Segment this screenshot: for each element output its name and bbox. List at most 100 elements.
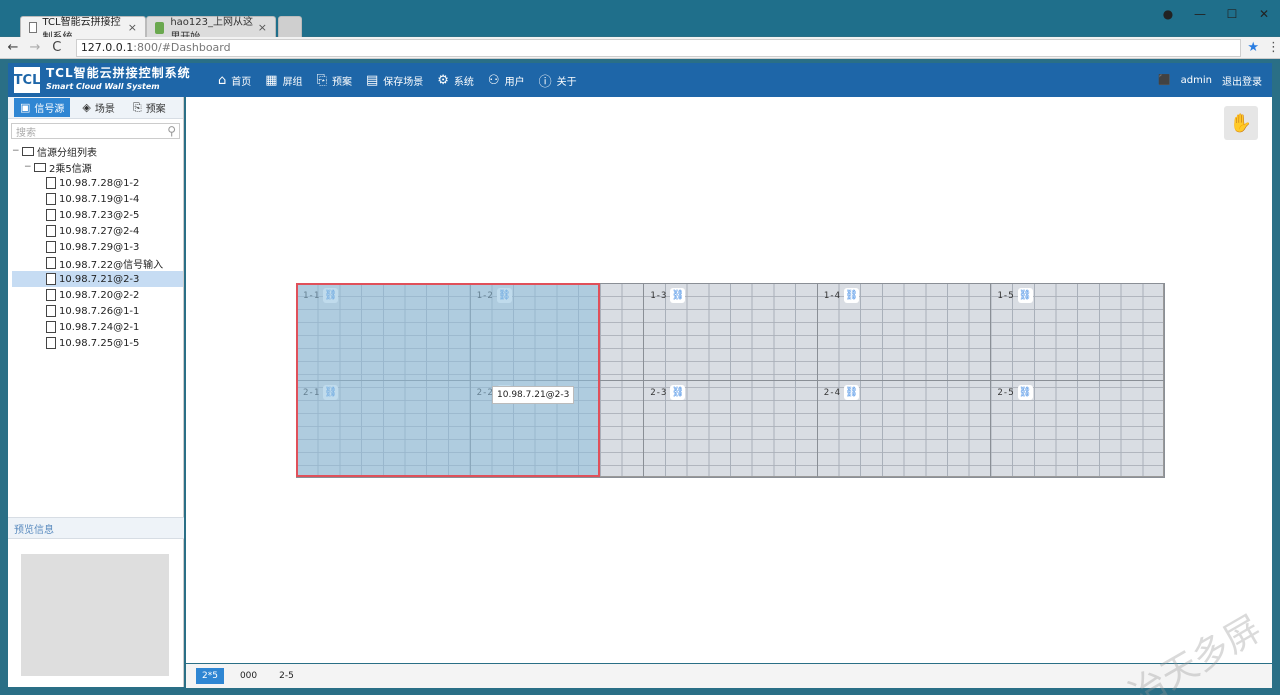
tree-group[interactable]: − 2乘5信源 — [12, 159, 183, 175]
layers-icon: ◈ — [82, 101, 91, 114]
wall-cell[interactable]: 1-4 ⛓ — [816, 283, 992, 381]
grid-icon: ▦ — [265, 72, 278, 88]
logo-title: TCL智能云拼接控制系统 — [46, 66, 191, 80]
file-icon — [46, 337, 56, 349]
nav-label: 关于 — [556, 76, 577, 88]
file-icon — [46, 289, 56, 301]
source-item[interactable]: 10.98.7.26@1-1 — [12, 303, 183, 319]
tab-label: 信号源 — [34, 104, 65, 115]
profile-icon[interactable]: ● — [1152, 4, 1184, 24]
window-controls: ● — ☐ ✕ — [1152, 4, 1280, 24]
wall-cell[interactable]: 2-4 ⛓ — [816, 380, 992, 478]
wall-cell[interactable]: 2-5 ⛓ — [990, 380, 1165, 478]
source-item[interactable]: 10.98.7.20@2-2 — [12, 287, 183, 303]
cell-id: 2-4 — [823, 387, 841, 398]
source-item[interactable]: 10.98.7.19@1-4 — [12, 191, 183, 207]
sidebar-tabs: ▣ 信号源 ◈ 场景 ⎘ 预案 — [8, 97, 183, 119]
bookmark-star-icon[interactable]: ★ — [1247, 40, 1259, 55]
close-window-icon[interactable]: ✕ — [1248, 4, 1280, 24]
browser-tab[interactable]: hao123_上网从这里开始 × — [146, 16, 276, 43]
close-tab-icon[interactable]: × — [128, 21, 137, 34]
nav-about[interactable]: ⓘ 关于 — [539, 63, 577, 97]
nav-system[interactable]: ⚙ 系统 — [437, 63, 474, 97]
collapse-icon[interactable]: − — [24, 162, 34, 172]
wall-cell[interactable]: 1-5 ⛓ — [990, 283, 1165, 381]
wall-tab[interactable]: 2*5 — [196, 668, 224, 684]
link-icon[interactable]: ⛓ — [844, 288, 860, 303]
source-item[interactable]: 10.98.7.22@信号输入 — [12, 255, 183, 271]
wall-tabs: 2*5 000 2-5 — [186, 664, 1272, 688]
source-item[interactable]: 10.98.7.27@2-4 — [12, 223, 183, 239]
source-item[interactable]: 10.98.7.24@2-1 — [12, 319, 183, 335]
forward-icon[interactable]: → — [26, 40, 44, 55]
nav-screen-group[interactable]: ▦ 屏组 — [265, 63, 302, 97]
nav-label: 用户 — [504, 76, 525, 88]
app-logo: TCL TCL智能云拼接控制系统 Smart Cloud Wall System — [8, 63, 208, 97]
link-icon[interactable]: ⛓ — [1017, 385, 1033, 400]
browser-tab-active[interactable]: TCL智能云拼接控制系统 × — [20, 16, 146, 43]
source-label: 10.98.7.27@2-4 — [59, 225, 140, 237]
nav-label: 保存场景 — [383, 76, 424, 88]
username[interactable]: admin — [1181, 75, 1212, 86]
link-icon[interactable]: ⛓ — [670, 385, 686, 400]
preview-box — [21, 554, 169, 676]
wall-tab[interactable]: 2-5 — [273, 668, 300, 684]
search-icon[interactable]: ⚲ — [167, 124, 176, 138]
nav-label: 首页 — [231, 76, 252, 88]
source-item[interactable]: 10.98.7.23@2-5 — [12, 207, 183, 223]
file-icon — [46, 305, 56, 317]
wall-cell[interactable]: 1-3 ⛓ — [643, 283, 818, 381]
plan-icon: ⎘ — [316, 72, 327, 88]
tab-scene[interactable]: ◈ 场景 — [76, 98, 120, 117]
user-icon: ⚇ — [487, 72, 500, 88]
source-item[interactable]: 10.98.7.21@2-3 — [12, 271, 183, 287]
main-nav: ⌂ 首页 ▦ 屏组 ⎘ 预案 ▤ 保存场景 ⚙ 系统 ⚇ 用户 ⓘ 关于 — [218, 63, 591, 97]
nav-save-scene[interactable]: ▤ 保存场景 — [366, 63, 423, 97]
cell-id: 2-3 — [650, 387, 667, 398]
logout-button[interactable]: 退出登录 — [1222, 73, 1262, 88]
nav-user[interactable]: ⚇ 用户 — [488, 63, 525, 97]
reload-icon[interactable]: C — [48, 40, 66, 55]
nav-label: 预案 — [331, 76, 352, 88]
source-label: 10.98.7.26@1-1 — [59, 305, 140, 317]
search-input[interactable]: 搜索 ⚲ — [11, 123, 180, 139]
tab-label: 预案 — [145, 104, 166, 115]
home-icon: ⌂ — [218, 72, 227, 88]
file-icon — [46, 321, 56, 333]
new-tab-button[interactable] — [278, 16, 302, 38]
minimize-icon[interactable]: — — [1184, 4, 1216, 24]
tab-label: 场景 — [94, 104, 115, 115]
link-icon[interactable]: ⛓ — [844, 385, 860, 400]
cell-label: 1-4 ⛓ — [823, 288, 860, 303]
cell-id: 2-5 — [997, 387, 1014, 398]
file-icon — [46, 209, 56, 221]
url-field[interactable]: 127.0.0.1:800/#Dashboard — [75, 38, 1242, 57]
lock-icon[interactable]: ⬛ — [1158, 75, 1170, 86]
tab-signal-source[interactable]: ▣ 信号源 — [14, 98, 71, 117]
hand-icon: ✋ — [1229, 112, 1253, 134]
source-item[interactable]: 10.98.7.29@1-3 — [12, 239, 183, 255]
selected-window[interactable] — [296, 283, 600, 477]
wall-tab[interactable]: 000 — [234, 668, 263, 684]
tab-plan[interactable]: ⎘ 预案 — [127, 98, 172, 117]
wall-cell[interactable]: 2-3 ⛓ — [643, 380, 818, 478]
close-tab-icon[interactable]: × — [258, 21, 267, 34]
hand-pointer-tool-button[interactable]: ✋ — [1224, 106, 1258, 140]
search-placeholder: 搜索 — [16, 127, 36, 139]
source-item[interactable]: 10.98.7.25@1-5 — [12, 335, 183, 351]
sidebar: ▣ 信号源 ◈ 场景 ⎘ 预案 搜索 ⚲ − 信源分组列表 −2乘5信源 10.98.7… — [8, 97, 184, 687]
tree-root[interactable]: − 信源分组列表 — [12, 143, 183, 159]
maximize-icon[interactable]: ☐ — [1216, 4, 1248, 24]
nav-plan[interactable]: ⎘ 预案 — [317, 63, 352, 97]
source-item[interactable]: 10.98.7.28@1-2 — [12, 175, 183, 191]
cell-id: 1-4 — [823, 290, 841, 301]
browser-menu-icon[interactable]: ⋮ — [1267, 40, 1280, 55]
file-icon — [46, 177, 56, 189]
collapse-icon[interactable]: − — [12, 146, 22, 156]
link-icon[interactable]: ⛓ — [1017, 288, 1033, 303]
user-area: ⬛ admin 退出登录 — [1148, 73, 1272, 88]
back-icon[interactable]: ← — [4, 40, 22, 55]
nav-home[interactable]: ⌂ 首页 — [218, 63, 251, 97]
link-icon[interactable]: ⛓ — [670, 288, 686, 303]
folder-icon — [22, 146, 34, 156]
